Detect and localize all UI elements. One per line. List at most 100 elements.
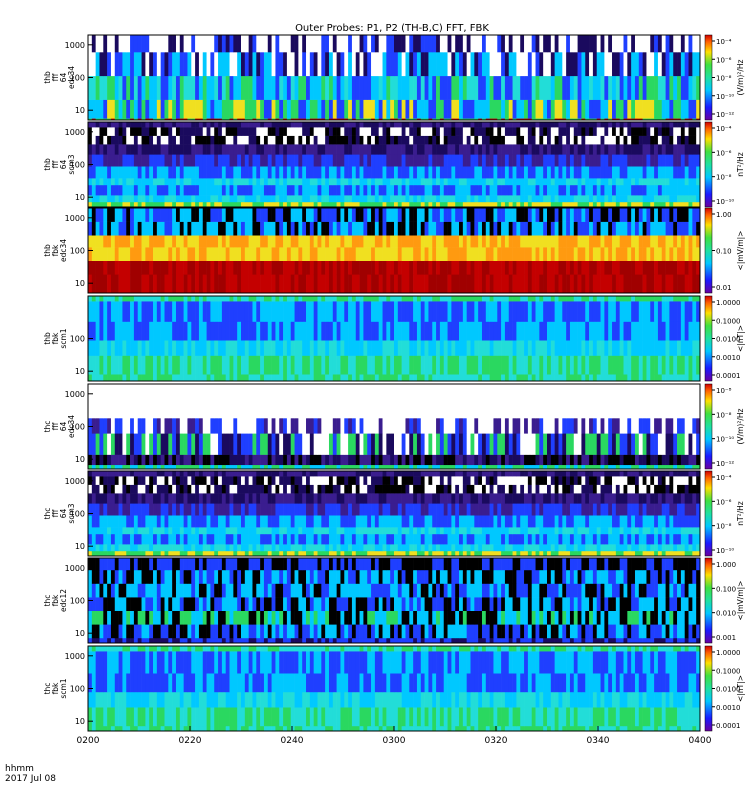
heatmap-cell: [371, 208, 376, 222]
heatmap-cell: [374, 247, 380, 261]
heatmap-cell: [141, 178, 146, 186]
heatmap-cell: [501, 35, 506, 53]
heatmap-cell: [680, 433, 686, 455]
heatmap-cell: [638, 221, 643, 236]
heatmap-cell: [164, 75, 169, 100]
heatmap-cell: [642, 184, 647, 196]
heatmap-cell: [481, 99, 487, 119]
heatmap-cell: [401, 260, 406, 275]
heatmap-cell: [661, 274, 666, 294]
heatmap-cell: [677, 274, 682, 294]
heatmap-cell: [619, 75, 624, 100]
heatmap-cell: [130, 195, 135, 203]
heatmap-cell: [164, 144, 169, 155]
heatmap-cell: [374, 144, 380, 155]
heatmap-cell: [382, 127, 387, 136]
heatmap-cell: [390, 75, 395, 100]
heatmap-cell: [654, 260, 659, 275]
heatmap-cell: [470, 154, 475, 167]
heatmap-cell: [149, 454, 154, 466]
heatmap-cell: [298, 260, 303, 275]
heatmap-cell: [248, 454, 253, 466]
heatmap-cell: [271, 99, 276, 119]
heatmap-cell: [107, 296, 112, 302]
heatmap-cell: [214, 166, 219, 179]
heatmap-cell: [390, 221, 395, 236]
heatmap-cell: [290, 433, 295, 455]
heatmap-cell: [443, 260, 448, 275]
heatmap-cell: [321, 260, 326, 275]
heatmap-cell: [91, 35, 96, 53]
heatmap-cell: [137, 296, 142, 302]
heatmap-cell: [374, 178, 380, 186]
heatmap-cell: [508, 184, 513, 196]
heatmap-cell: [168, 321, 173, 341]
heatmap-cell: [313, 418, 318, 434]
heatmap-cell: [241, 208, 246, 222]
heatmap-cell: [191, 355, 196, 375]
heatmap-cell: [378, 418, 383, 434]
heatmap-cell: [313, 127, 318, 136]
heatmap-cell: [428, 178, 433, 186]
heatmap-cell: [432, 221, 437, 236]
heatmap-cell: [294, 221, 299, 236]
heatmap-cell: [669, 166, 674, 179]
heatmap-cell: [634, 122, 640, 128]
heatmap-cell: [260, 301, 265, 322]
heatmap-cell: [248, 418, 253, 434]
heatmap-cell: [168, 247, 173, 261]
heatmap-cell: [363, 135, 368, 145]
heatmap-cell: [99, 154, 104, 167]
heatmap-cell: [424, 127, 429, 136]
heatmap-cell: [657, 154, 663, 167]
heatmap-cell: [386, 321, 391, 341]
heatmap-cell: [99, 296, 104, 302]
heatmap-cell: [325, 296, 330, 302]
heatmap-cell: [470, 144, 475, 155]
heatmap-cell: [241, 296, 246, 302]
heatmap-cell: [126, 321, 131, 341]
heatmap-cell: [306, 340, 311, 356]
heatmap-cell: [275, 418, 280, 434]
heatmap-cell: [371, 454, 376, 466]
heatmap-cell: [581, 374, 586, 382]
heatmap-cell: [680, 296, 686, 302]
heatmap-cell: [459, 235, 464, 248]
heatmap-cell: [589, 274, 594, 294]
heatmap-cell: [175, 296, 181, 302]
heatmap-cell: [497, 127, 502, 136]
heatmap-cell: [382, 301, 387, 322]
heatmap-cell: [524, 195, 529, 203]
heatmap-cell: [604, 201, 609, 208]
heatmap-cell: [328, 221, 334, 236]
heatmap-cell: [374, 208, 380, 222]
heatmap-cell: [225, 154, 230, 167]
heatmap-cell: [661, 184, 666, 196]
heatmap-cell: [122, 195, 127, 203]
heatmap-cell: [405, 35, 410, 53]
heatmap-cell: [382, 321, 387, 341]
heatmap-cell: [627, 208, 632, 222]
heatmap-cell: [654, 296, 659, 302]
heatmap-cell: [179, 260, 184, 275]
heatmap-cell: [470, 340, 475, 356]
heatmap-cell: [298, 433, 303, 455]
heatmap-cell: [539, 340, 544, 356]
heatmap-cell: [589, 184, 594, 196]
heatmap-cell: [470, 35, 475, 53]
heatmap-cell: [336, 184, 341, 196]
heatmap-cell: [374, 135, 380, 145]
heatmap-cell: [248, 144, 253, 155]
heatmap-cell: [424, 178, 429, 186]
heatmap-cell: [654, 99, 659, 119]
heatmap-cell: [122, 260, 127, 275]
heatmap-cell: [654, 221, 659, 236]
heatmap-cell: [95, 433, 100, 455]
heatmap-cell: [566, 355, 571, 375]
heatmap-cell: [569, 127, 575, 136]
heatmap-cell: [669, 296, 674, 302]
heatmap-cell: [501, 144, 506, 155]
heatmap-cell: [550, 321, 555, 341]
heatmap-cell: [447, 99, 452, 119]
heatmap-cell: [225, 433, 230, 455]
